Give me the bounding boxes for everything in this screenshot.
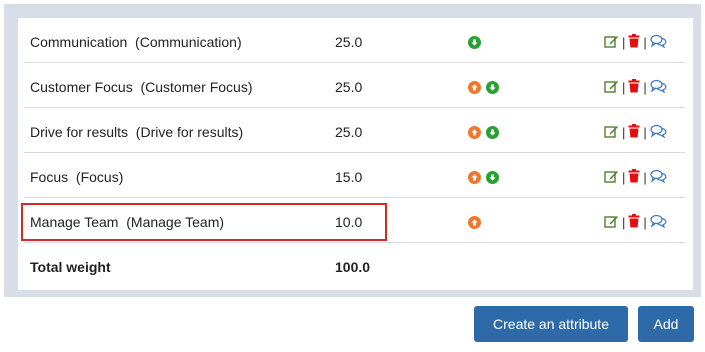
move-down-icon[interactable] [486,81,499,94]
move-up-icon[interactable] [468,216,481,229]
total-weight-value: 100.0 [335,259,371,275]
attribute-name: Focus (Focus) [30,169,124,185]
edit-icon[interactable] [604,79,619,96]
attribute-name: Communication (Communication) [30,34,242,50]
action-separator: | [622,80,626,95]
attribute-weight: 25.0 [335,34,363,50]
row-actions: | | [604,34,667,51]
delete-icon[interactable] [628,214,640,231]
comment-icon[interactable] [650,214,667,231]
comment-icon[interactable] [650,34,667,51]
comment-icon[interactable] [650,169,667,186]
comment-icon[interactable] [650,79,667,96]
reorder-arrows [468,36,481,49]
attribute-name: Customer Focus (Customer Focus) [30,79,253,95]
attribute-weight: 25.0 [335,79,363,95]
total-weight-label: Total weight [30,259,111,275]
delete-icon[interactable] [628,34,640,51]
action-separator: | [643,170,647,185]
table-row: Focus (Focus) 15.0 | | [24,153,685,198]
add-button[interactable]: Add [638,306,694,342]
move-down-icon[interactable] [486,126,499,139]
attributes-table: Communication (Communication) 25.0 | | C… [18,18,693,290]
action-separator: | [622,125,626,140]
action-separator: | [622,215,626,230]
table-row: Communication (Communication) 25.0 | | [24,18,685,63]
selection-highlight-box [21,203,387,241]
edit-icon[interactable] [604,34,619,51]
total-row: Total weight 100.0 [24,243,685,288]
move-up-icon[interactable] [468,171,481,184]
edit-icon[interactable] [604,169,619,186]
table-row: Drive for results (Drive for results) 25… [24,108,685,153]
attribute-name: Drive for results (Drive for results) [30,124,244,140]
row-actions: | | [604,124,667,141]
comment-icon[interactable] [650,124,667,141]
table-row: Customer Focus (Customer Focus) 25.0 | | [24,63,685,108]
reorder-arrows [468,216,481,229]
move-up-icon[interactable] [468,81,481,94]
delete-icon[interactable] [628,169,640,186]
delete-icon[interactable] [628,79,640,96]
reorder-arrows [468,171,499,184]
reorder-arrows [468,81,499,94]
row-actions: | | [604,169,667,186]
row-actions: | | [604,214,667,231]
action-separator: | [622,170,626,185]
action-separator: | [643,35,647,50]
delete-icon[interactable] [628,124,640,141]
action-separator: | [622,35,626,50]
move-down-icon[interactable] [486,171,499,184]
attributes-panel-frame: Communication (Communication) 25.0 | | C… [4,4,701,297]
attribute-weight: 25.0 [335,124,363,140]
edit-icon[interactable] [604,214,619,231]
action-separator: | [643,80,647,95]
action-separator: | [643,125,647,140]
action-separator: | [643,215,647,230]
row-actions: | | [604,79,667,96]
move-up-icon[interactable] [468,126,481,139]
reorder-arrows [468,126,499,139]
attribute-weight: 15.0 [335,169,363,185]
create-attribute-button[interactable]: Create an attribute [474,306,628,342]
move-down-icon[interactable] [468,36,481,49]
edit-icon[interactable] [604,124,619,141]
